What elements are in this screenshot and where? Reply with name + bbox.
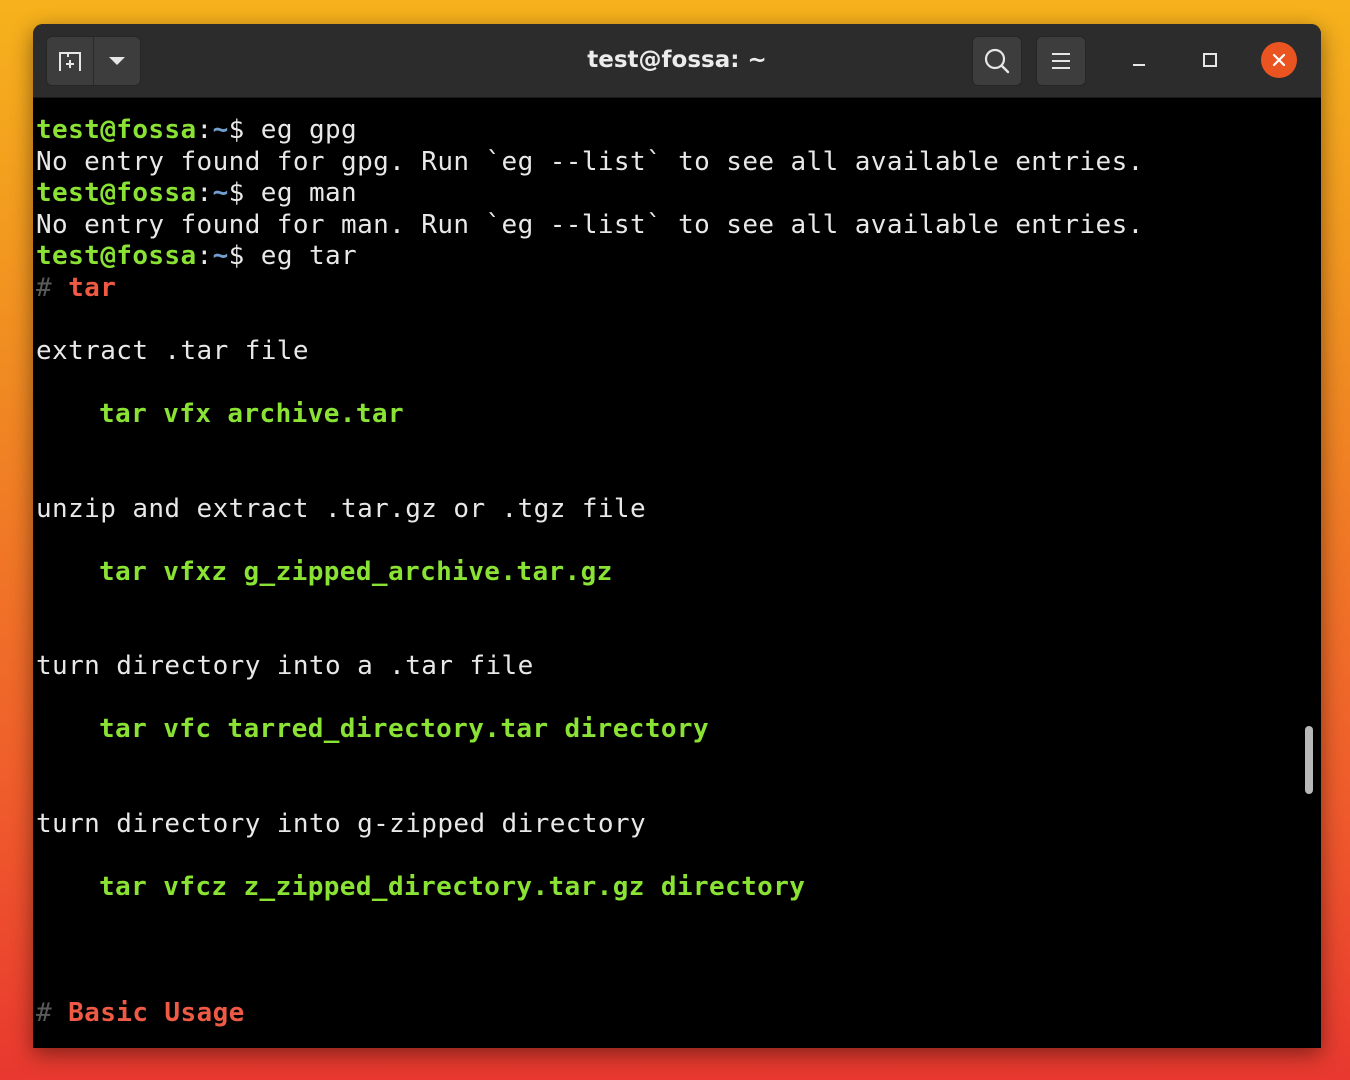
new-tab-dropdown-button[interactable] <box>94 37 140 85</box>
command-text: eg man <box>260 178 358 208</box>
new-tab-button-group <box>46 36 141 86</box>
example-command: tar vfxz g_zipped_archive.tar.gz <box>99 557 613 587</box>
title-bar[interactable]: test@fossa: ~ <box>33 24 1321 98</box>
example-command: tar vfc tarred_directory.tar directory <box>99 714 710 744</box>
menu-button[interactable] <box>1036 36 1086 86</box>
command-text: eg tar <box>260 241 358 271</box>
prompt-path: ~ <box>212 241 229 271</box>
prompt-path: ~ <box>212 178 229 208</box>
maximize-icon <box>1203 53 1217 67</box>
close-button[interactable] <box>1261 42 1297 78</box>
heading-text: tar <box>68 273 117 303</box>
prompt-line: test@fossa:~$ eg tar <box>36 240 357 272</box>
scrollbar-thumb[interactable] <box>1305 726 1313 794</box>
close-circle[interactable] <box>1261 42 1297 78</box>
error-line: No entry found for gpg. Run `eg --list` … <box>36 147 1144 177</box>
prompt-user: test@fossa <box>36 115 197 145</box>
heading-tar: # tar <box>36 272 116 304</box>
prompt-line: test@fossa:~$ eg gpg <box>36 114 357 146</box>
hamburger-menu-icon <box>1052 53 1070 69</box>
maximize-button[interactable] <box>1192 42 1228 78</box>
example-command: tar vfcz z_zipped_directory.tar.gz direc… <box>99 872 806 902</box>
heading-hash: # <box>36 998 69 1028</box>
prompt-symbol: $ <box>228 178 261 208</box>
terminal-window: test@fossa: ~ test@fossa:~$ eg gpg No en… <box>33 24 1321 1048</box>
minimize-icon <box>1133 64 1145 66</box>
example-command: tar vfx archive.tar <box>99 399 405 429</box>
terminal-output[interactable]: test@fossa:~$ eg gpg No entry found for … <box>33 98 1321 1048</box>
prompt-colon: : <box>196 178 213 208</box>
new-tab-button[interactable] <box>47 37 94 85</box>
example-description: unzip and extract .tar.gz or .tgz file <box>36 494 647 524</box>
prompt-symbol: $ <box>228 241 261 271</box>
minimize-button[interactable] <box>1121 42 1157 78</box>
chevron-down-icon <box>109 57 125 65</box>
example-description: turn directory into a .tar file <box>36 651 534 681</box>
prompt-user: test@fossa <box>36 241 197 271</box>
command-text: eg gpg <box>260 115 358 145</box>
search-button[interactable] <box>972 36 1022 86</box>
example-description: turn directory into g-zipped directory <box>36 809 647 839</box>
new-tab-icon <box>59 52 81 71</box>
prompt-path: ~ <box>212 115 229 145</box>
prompt-user: test@fossa <box>36 178 197 208</box>
heading-basic-usage: # Basic Usage <box>36 997 245 1029</box>
search-icon <box>984 48 1010 74</box>
error-line: No entry found for man. Run `eg --list` … <box>36 210 1144 240</box>
prompt-symbol: $ <box>228 115 261 145</box>
prompt-colon: : <box>196 115 213 145</box>
prompt-colon: : <box>196 241 213 271</box>
example-description: extract .tar file <box>36 336 309 366</box>
prompt-line: test@fossa:~$ eg man <box>36 177 357 209</box>
heading-text: Basic Usage <box>68 998 245 1028</box>
heading-hash: # <box>36 273 69 303</box>
close-icon <box>1272 53 1286 67</box>
